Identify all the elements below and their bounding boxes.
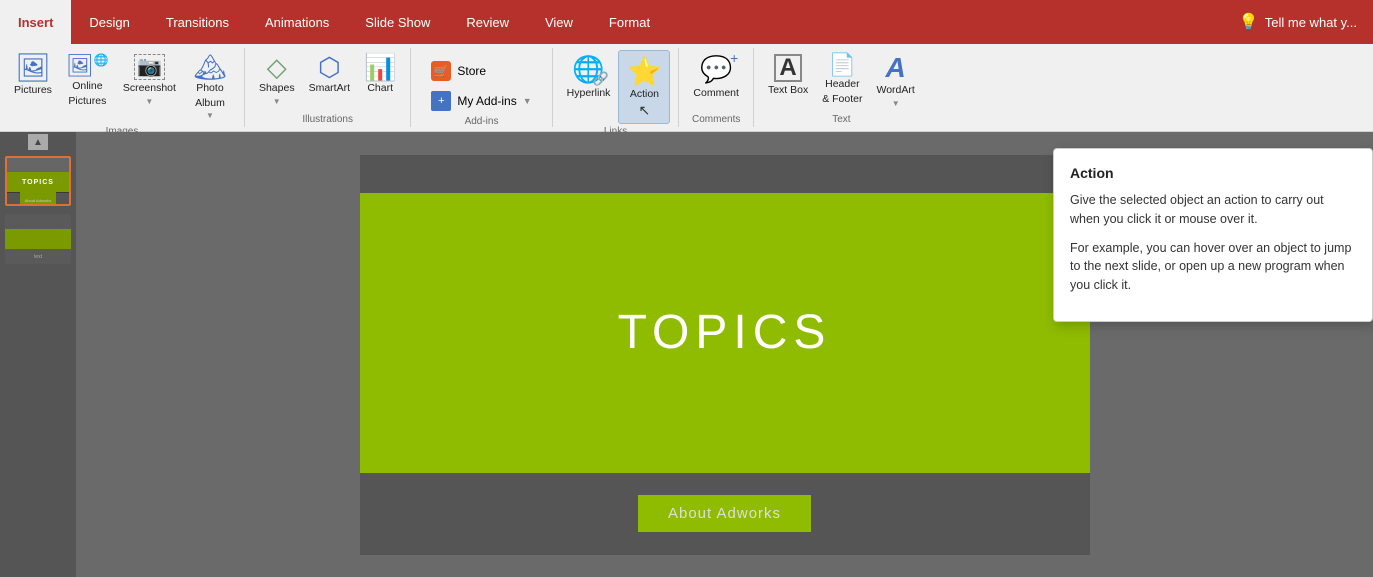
slide-bottom-label: About Adworks <box>638 495 811 532</box>
pictures-icon: 🖼 <box>15 54 51 82</box>
slide-body: TOPICS <box>360 193 1090 473</box>
tab-review[interactable]: Review <box>448 0 527 44</box>
action-star-icon: ⭐ <box>627 55 662 88</box>
tab-transitions[interactable]: Transitions <box>148 0 247 44</box>
comments-group: 💬 + Comment Comments <box>679 48 754 127</box>
my-addins-button[interactable]: + My Add-ins ▼ <box>423 88 539 114</box>
wordart-icon: A <box>886 54 906 82</box>
illustrations-group-label: Illustrations <box>302 114 353 125</box>
scroll-up-button[interactable]: ▲ <box>28 134 48 150</box>
tab-bar: Insert Design Transitions Animations Sli… <box>0 0 1373 44</box>
online-pictures-button[interactable]: 🖼🌐 Online Pictures <box>60 50 115 111</box>
slide-canvas: TOPICS About Adworks <box>360 155 1090 555</box>
lightbulb-icon: 💡 <box>1239 12 1259 32</box>
tab-animations[interactable]: Animations <box>247 0 347 44</box>
tab-insert[interactable]: Insert <box>0 0 71 44</box>
addins-group: 🛒 Store + My Add-ins ▼ Add-ins <box>411 48 552 127</box>
slide-bottom-bar: About Adworks <box>360 473 1090 555</box>
smartart-button[interactable]: ⬡ SmartArt <box>303 50 356 99</box>
photo-album-button[interactable]: 🏔 Photo Album ▼ <box>184 50 236 124</box>
screenshot-icon: 📷 <box>134 54 165 80</box>
header-footer-button[interactable]: 📄 Header & Footer <box>816 50 868 109</box>
chart-icon: 📊 <box>364 54 396 80</box>
comments-group-label: Comments <box>692 114 740 125</box>
tab-slideshow[interactable]: Slide Show <box>347 0 448 44</box>
main-area: ▲ TOPICS About Adworks text <box>0 132 1373 577</box>
slide-title: TOPICS <box>618 305 832 360</box>
addins-group-label: Add-ins <box>465 116 499 127</box>
header-footer-icon: 📄 <box>829 54 856 76</box>
text-group: A Text Box 📄 Header & Footer A WordArt ▼… <box>754 48 929 127</box>
images-group-items: 🖼 Pictures 🖼🌐 Online Pictures 📷 Screensh… <box>8 50 236 124</box>
tab-format[interactable]: Format <box>591 0 668 44</box>
tab-design[interactable]: Design <box>71 0 147 44</box>
images-group: 🖼 Pictures 🖼🌐 Online Pictures 📷 Screensh… <box>0 48 245 127</box>
textbox-icon: A <box>774 54 801 82</box>
slide-thumbnail-2[interactable]: text <box>5 214 71 264</box>
tooltip-para-2: For example, you can hover over an objec… <box>1070 239 1356 295</box>
slide-panel: ▲ TOPICS About Adworks text <box>0 132 76 577</box>
textbox-button[interactable]: A Text Box <box>762 50 814 101</box>
canvas-area: TOPICS About Adworks Action Give the sel… <box>76 132 1373 577</box>
cursor-icon: ↖ <box>639 102 651 119</box>
shapes-icon: ◇ <box>267 54 287 80</box>
illustrations-group: ◇ Shapes ▼ ⬡ SmartArt 📊 Chart Illustrati… <box>245 48 411 127</box>
screenshot-button[interactable]: 📷 Screenshot ▼ <box>117 50 182 110</box>
tab-view[interactable]: View <box>527 0 591 44</box>
slide-thumbnail-1[interactable]: TOPICS About Adworks <box>5 156 71 206</box>
online-pictures-icon: 🖼🌐 <box>66 54 109 78</box>
tooltip-para-1: Give the selected object an action to ca… <box>1070 191 1356 229</box>
shapes-button[interactable]: ◇ Shapes ▼ <box>253 50 301 110</box>
tooltip-title: Action <box>1070 165 1356 181</box>
myaddin-icon: + <box>431 91 451 111</box>
comment-button[interactable]: 💬 + Comment <box>687 50 745 104</box>
action-tooltip: Action Give the selected object an actio… <box>1053 148 1373 322</box>
ribbon: 🖼 Pictures 🖼🌐 Online Pictures 📷 Screensh… <box>0 44 1373 132</box>
hyperlink-icon: 🌐 🔗 <box>572 54 604 85</box>
smartart-icon: ⬡ <box>318 54 341 80</box>
store-icon: 🛒 <box>431 61 451 81</box>
action-button[interactable]: ⭐ Action ↖ <box>618 50 670 124</box>
slide-top-bar <box>360 155 1090 193</box>
photo-album-icon: 🏔 <box>193 54 226 80</box>
tooltip-body: Give the selected object an action to ca… <box>1070 191 1356 295</box>
pictures-button[interactable]: 🖼 Pictures <box>8 50 58 101</box>
comment-icon: 💬 + <box>700 54 732 85</box>
hyperlink-button[interactable]: 🌐 🔗 Hyperlink <box>561 50 617 104</box>
text-group-label: Text <box>832 114 850 125</box>
links-group: 🌐 🔗 Hyperlink ⭐ Action ↖ Links <box>553 48 680 127</box>
wordart-button[interactable]: A WordArt ▼ <box>871 50 921 112</box>
chart-button[interactable]: 📊 Chart <box>358 50 402 99</box>
store-button[interactable]: 🛒 Store <box>423 58 494 84</box>
tell-me-area[interactable]: 💡 Tell me what y... <box>1223 0 1373 44</box>
illustrations-group-items: ◇ Shapes ▼ ⬡ SmartArt 📊 Chart <box>253 50 402 112</box>
